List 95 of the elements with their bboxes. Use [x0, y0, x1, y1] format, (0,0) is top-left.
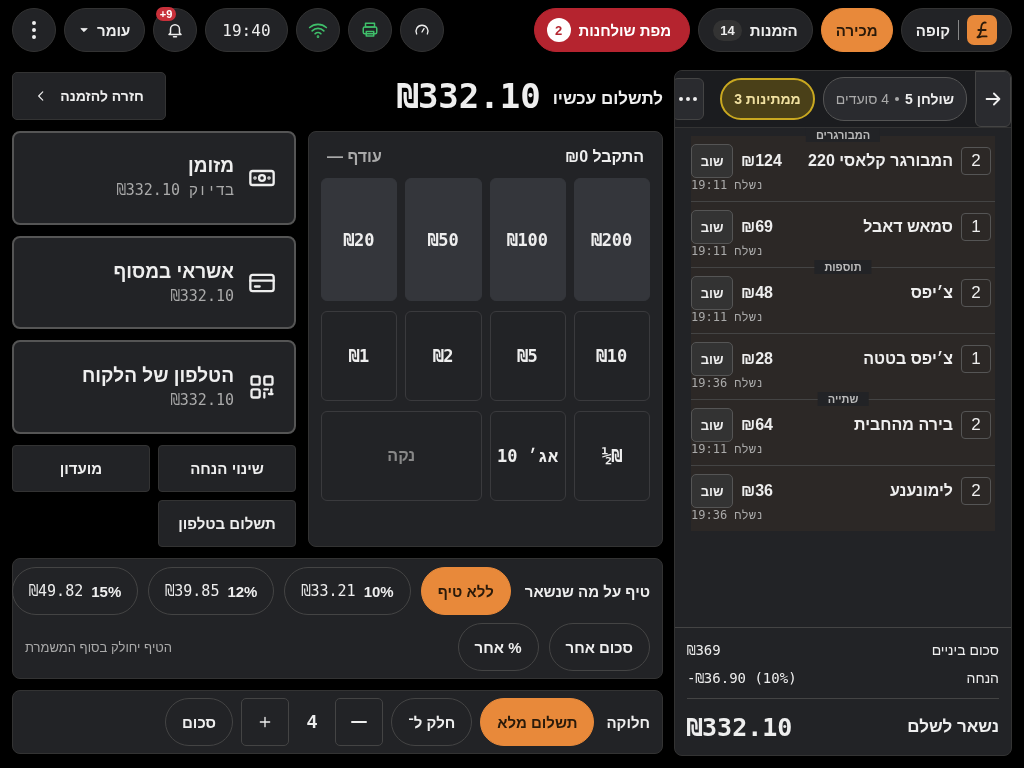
- clock-label: 19:40: [205, 8, 288, 52]
- cash-key[interactable]: ₪1: [321, 311, 398, 401]
- tip-note: הטיף יחולק בסוף המשמרת: [25, 639, 173, 655]
- summary-value: ₪369: [687, 641, 721, 660]
- waiting-button[interactable]: ממתינות 3: [720, 78, 815, 120]
- split-option[interactable]: חלק ל־: [391, 698, 473, 746]
- tip-option[interactable]: ₪39.85 12%: [148, 567, 275, 615]
- quantity-label: 2: [961, 279, 991, 307]
- printer-icon: [360, 21, 379, 39]
- item-price: ₪124: [741, 152, 782, 170]
- cash-key[interactable]: ₪20: [321, 178, 398, 301]
- cash-key[interactable]: ₪2: [405, 311, 482, 401]
- cash-key[interactable]: ₪5: [489, 311, 566, 401]
- reorder-button[interactable]: שוב: [691, 342, 733, 376]
- cash-key[interactable]: אג׳ 10: [489, 411, 566, 501]
- count-badge: 14: [713, 19, 742, 41]
- back-to-order-button[interactable]: חזרה להזמנה: [12, 72, 166, 120]
- due-label: לתשלום עכשיו: [552, 89, 663, 109]
- back-button[interactable]: [975, 71, 1011, 127]
- gauge-button[interactable]: [399, 8, 444, 52]
- reorder-button[interactable]: שוב: [691, 276, 733, 310]
- total-label: נשאר לשלם: [907, 717, 999, 737]
- item-name: המבורגר קלאסי 220: [807, 152, 953, 170]
- item-name: צ׳יפס: [909, 284, 953, 302]
- menu-button[interactable]: [12, 8, 56, 52]
- quantity-label: 2: [961, 477, 991, 505]
- qr-icon: [248, 373, 276, 402]
- split-option[interactable]: תשלום מלא: [480, 698, 595, 746]
- due-amount: ₪332.10: [397, 76, 541, 116]
- tip-other-button[interactable]: % אחר: [457, 623, 539, 671]
- table-chip[interactable]: שולחן 5 4 סועדים: [822, 77, 967, 121]
- split-count: 4: [306, 711, 319, 733]
- sent-time: נשלח 19:11: [691, 442, 764, 457]
- cash-key[interactable]: ₪10: [573, 311, 650, 401]
- printer-button[interactable]: [347, 8, 392, 52]
- option-button[interactable]: שינוי הנחה: [158, 445, 296, 492]
- nav-tab[interactable]: מכירה: [820, 8, 893, 52]
- notification-badge: +9: [155, 7, 177, 21]
- wifi-button[interactable]: [295, 8, 340, 52]
- sent-time: נשלח 19:11: [691, 244, 764, 259]
- item-name: סמאש דאבל: [862, 218, 953, 236]
- change-label: עודף —: [327, 148, 382, 166]
- received-label: התקבל ₪0: [565, 148, 644, 166]
- split-label: חלוקה: [606, 713, 650, 731]
- option-button[interactable]: תשלום בטלפון: [158, 500, 296, 547]
- split-amount-button[interactable]: סכום: [165, 698, 234, 746]
- caret-icon: [79, 25, 89, 35]
- sent-time: נשלח 19:36: [691, 508, 764, 523]
- sent-time: נשלח 19:11: [691, 178, 764, 193]
- clear-button[interactable]: נקה: [321, 411, 482, 501]
- tip-label: טיף על מה שנשאר: [524, 582, 650, 600]
- item-name: בירה מהחבית: [853, 416, 953, 434]
- cash-key[interactable]: ₪100: [489, 178, 566, 301]
- summary-label: הנחה: [966, 669, 999, 688]
- item-price: ₪69: [741, 218, 773, 236]
- tip-option[interactable]: ₪33.21 10%: [284, 567, 411, 615]
- sent-time: נשלח 19:11: [691, 310, 764, 325]
- reorder-button[interactable]: שוב: [691, 474, 733, 508]
- reorder-button[interactable]: שוב: [691, 144, 733, 178]
- brand-button[interactable]: קופה: [900, 8, 1012, 52]
- total-value: ₪332.10: [687, 712, 793, 742]
- summary-value: -₪36.90 (10%): [687, 669, 797, 688]
- more-button[interactable]: [675, 78, 705, 120]
- count-badge: 2: [546, 18, 571, 42]
- cash-key[interactable]: ₪200: [573, 178, 650, 301]
- quantity-label: 1: [961, 213, 991, 241]
- item-price: ₪64: [741, 416, 773, 434]
- tip-other-button[interactable]: סכום אחר: [548, 623, 650, 671]
- minus-icon: [351, 721, 368, 723]
- option-button[interactable]: מועדון: [12, 445, 150, 492]
- summary-label: סכום ביניים: [931, 641, 999, 660]
- tip-option[interactable]: ללא טיף: [420, 567, 511, 615]
- category-label: תוספות: [814, 260, 872, 274]
- item-name: צ׳יפס בטטה: [862, 350, 953, 368]
- cash-key[interactable]: ₪50: [405, 178, 482, 301]
- item-name: לימונענע: [888, 482, 953, 500]
- more-icon: [679, 97, 698, 101]
- quantity-label: 2: [961, 411, 991, 439]
- reorder-button[interactable]: שוב: [691, 210, 733, 244]
- user-dropdown[interactable]: עומר: [64, 8, 146, 52]
- reorder-button[interactable]: שוב: [691, 408, 733, 442]
- cash-key[interactable]: ₪½: [573, 411, 650, 501]
- tip-option[interactable]: ₪49.82 15%: [12, 567, 139, 615]
- payment-method-button[interactable]: מזומן בדיוק ₪332.10: [12, 131, 296, 225]
- category-label: שתייה: [817, 392, 869, 406]
- item-price: ₪28: [741, 350, 773, 368]
- more-icon: [32, 21, 36, 39]
- item-price: ₪36: [741, 482, 773, 500]
- sent-time: נשלח 19:36: [691, 376, 764, 391]
- bell-icon: [166, 21, 185, 39]
- gauge-icon: [413, 22, 430, 38]
- quantity-label: 2: [961, 147, 991, 175]
- notifications-button[interactable]: +9: [153, 8, 198, 52]
- quantity-label: 1: [961, 345, 991, 373]
- item-price: ₪48: [741, 284, 773, 302]
